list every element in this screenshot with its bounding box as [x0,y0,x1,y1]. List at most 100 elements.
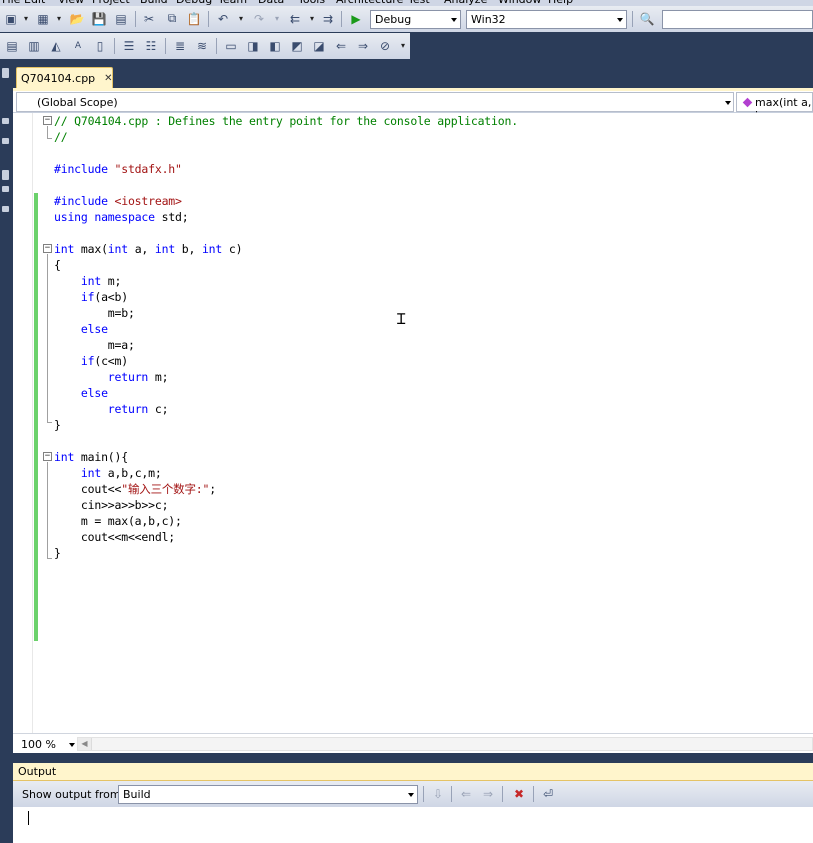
redo-icon[interactable]: ↷ [250,10,268,27]
code-token: (c<m) [94,354,128,368]
properties-tab[interactable] [2,170,9,180]
dock-tab[interactable] [2,138,9,144]
code-line[interactable]: else [54,385,518,401]
increase-indent-icon[interactable]: ☷ [142,37,160,54]
find-message-in-code-icon[interactable]: ⇩ [429,785,447,802]
code-line[interactable]: cin>>a>>b>>c; [54,497,518,513]
toolbar-overflow-icon[interactable]: ▾ [398,37,408,54]
code-token: int [201,242,223,256]
code-token: } [54,546,61,560]
tab-q704104-cpp[interactable]: Q704104.cpp ✕ [16,67,113,89]
outline-line [47,254,48,422]
navigate-backward-icon[interactable]: ⇇ [286,10,304,27]
code-line[interactable]: } [54,545,518,561]
new-project-dropdown-icon[interactable]: ▾ [21,10,31,27]
uncomment-icon[interactable]: ≋ [193,37,211,54]
indicator-margin[interactable] [17,113,33,733]
horizontal-scrollbar[interactable]: ◀ [77,737,813,751]
add-item-dropdown-icon[interactable]: ▾ [54,10,64,27]
next-bookmark-in-folder-icon[interactable]: ◪ [310,37,328,54]
code-line[interactable]: m = max(a,b,c); [54,513,518,529]
code-line[interactable]: m=b; [54,305,518,321]
previous-bookmark-in-folder-icon[interactable]: ◩ [288,37,306,54]
output-source-select[interactable]: Build [118,785,418,804]
go-to-next-message-icon[interactable]: ⇒ [479,785,497,802]
display-word-completion-icon[interactable]: A [69,37,87,54]
dock-tab[interactable] [2,186,9,192]
copy-icon[interactable]: ⧉ [163,10,181,27]
code-line[interactable]: int m; [54,273,518,289]
next-bookmark-icon[interactable]: ◧ [266,37,284,54]
solution-platform-select[interactable]: Win32 [466,10,627,29]
code-line[interactable]: } [54,417,518,433]
next-bookmark-in-document-icon[interactable]: ⇒ [354,37,372,54]
comment-out-icon[interactable]: ≣ [171,37,189,54]
add-item-icon[interactable]: ▦ [34,10,52,27]
code-line[interactable]: // Q704104.cpp : Defines the entry point… [54,113,518,129]
code-line[interactable]: using namespace std; [54,209,518,225]
undo-dropdown-icon[interactable]: ▾ [236,10,246,27]
open-file-icon[interactable]: 📂 [68,10,86,27]
code-token: #include [54,162,115,176]
server-explorer-tab[interactable] [2,68,9,78]
redo-dropdown-icon[interactable]: ▾ [272,10,282,27]
code-line[interactable]: #include "stdafx.h" [54,161,518,177]
display-object-member-list-icon[interactable]: ▤ [3,37,21,54]
save-all-icon[interactable]: ▤ [112,10,130,27]
decrease-indent-icon[interactable]: ☰ [120,37,138,54]
code-line[interactable]: if(c<m) [54,353,518,369]
cut-icon[interactable]: ✂ [140,10,158,27]
display-quick-info-icon[interactable]: ◭ [47,37,65,54]
code-line[interactable]: return m; [54,369,518,385]
toggle-bookmark-icon[interactable]: ▭ [222,37,240,54]
zoom-select[interactable]: 100 % [18,736,76,752]
navigate-forward-icon[interactable]: ⇉ [319,10,337,27]
clear-bookmarks-icon[interactable]: ⊘ [376,37,394,54]
dock-tab[interactable] [2,206,9,212]
code-line[interactable]: // [54,129,518,145]
navigate-backward-dropdown-icon[interactable]: ▾ [307,10,317,27]
collapse-toggle-icon[interactable]: − [43,452,52,461]
find-input[interactable] [662,10,813,29]
collapse-toggle-icon[interactable]: − [43,116,52,125]
code-line[interactable] [54,433,518,449]
toolbox-tab[interactable] [2,118,9,124]
new-project-icon[interactable]: ▣ [2,10,20,27]
previous-bookmark-in-document-icon[interactable]: ⇐ [332,37,350,54]
output-text-area[interactable] [13,807,813,843]
code-token: int [80,274,102,288]
scope-select[interactable]: (Global Scope) [16,92,734,112]
code-line[interactable] [54,225,518,241]
code-line[interactable]: int a,b,c,m; [54,465,518,481]
code-line[interactable] [54,177,518,193]
code-line[interactable]: int max(int a, int b, int c) [54,241,518,257]
code-line[interactable]: cout<<"输入三个数字:"; [54,481,518,497]
undo-icon[interactable]: ↶ [214,10,232,27]
previous-bookmark-icon[interactable]: ◨ [244,37,262,54]
go-to-previous-message-icon[interactable]: ⇐ [457,785,475,802]
collapse-toggle-icon[interactable]: − [43,244,52,253]
options-icon[interactable]: ▯ [91,37,109,54]
close-icon[interactable]: ✕ [104,73,112,84]
code-line[interactable]: { [54,257,518,273]
display-parameter-info-icon[interactable]: ▥ [25,37,43,54]
code-text[interactable]: // Q704104.cpp : Defines the entry point… [54,113,518,561]
code-line[interactable]: if(a<b) [54,289,518,305]
code-line[interactable]: #include <iostream> [54,193,518,209]
paste-icon[interactable]: 📋 [185,10,203,27]
code-line[interactable]: int main(){ [54,449,518,465]
code-line[interactable]: else [54,321,518,337]
save-icon[interactable]: 💾 [90,10,108,27]
scroll-left-icon[interactable]: ◀ [78,738,92,750]
code-line[interactable]: return c; [54,401,518,417]
solution-configuration-select[interactable]: Debug [370,10,461,29]
code-line[interactable] [54,145,518,161]
member-select[interactable]: max(int a, in [736,92,813,122]
find-in-files-icon[interactable]: 🔍 [638,10,656,27]
clear-all-icon[interactable]: ✖ [510,785,528,802]
start-debugging-icon[interactable]: ▶ [347,10,365,27]
code-line[interactable]: m=a; [54,337,518,353]
code-editor[interactable]: − − − // Q704104.cpp : Defines the entry… [13,113,813,733]
code-line[interactable]: cout<<m<<endl; [54,529,518,545]
toggle-word-wrap-icon[interactable]: ⏎ [539,785,557,802]
